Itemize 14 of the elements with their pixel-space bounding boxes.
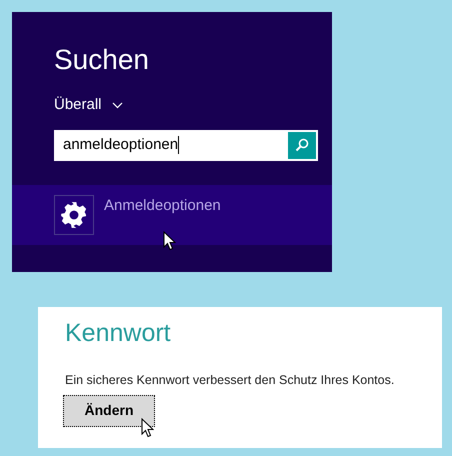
change-button[interactable]: Ändern	[63, 394, 155, 427]
settings-icon	[54, 194, 94, 234]
search-icon	[295, 138, 309, 152]
panel-title: Suchen	[54, 43, 149, 77]
section-description: Ein sicheres Kennwort verbessert den Schutz Ihres Kontos.	[65, 372, 394, 389]
search-result[interactable]: Anmeldeoptionen	[12, 184, 332, 244]
search-button[interactable]	[288, 132, 316, 158]
search-field[interactable]: anmeldeoptionen	[54, 130, 318, 160]
result-label: Anmeldeoptionen	[104, 196, 221, 216]
scope-dropdown[interactable]: Überall	[54, 94, 123, 116]
mouse-pointer-icon	[163, 231, 176, 251]
mouse-pointer-icon	[141, 418, 154, 438]
chevron-down-icon	[112, 102, 123, 109]
section-title: Kennwort	[65, 318, 171, 348]
